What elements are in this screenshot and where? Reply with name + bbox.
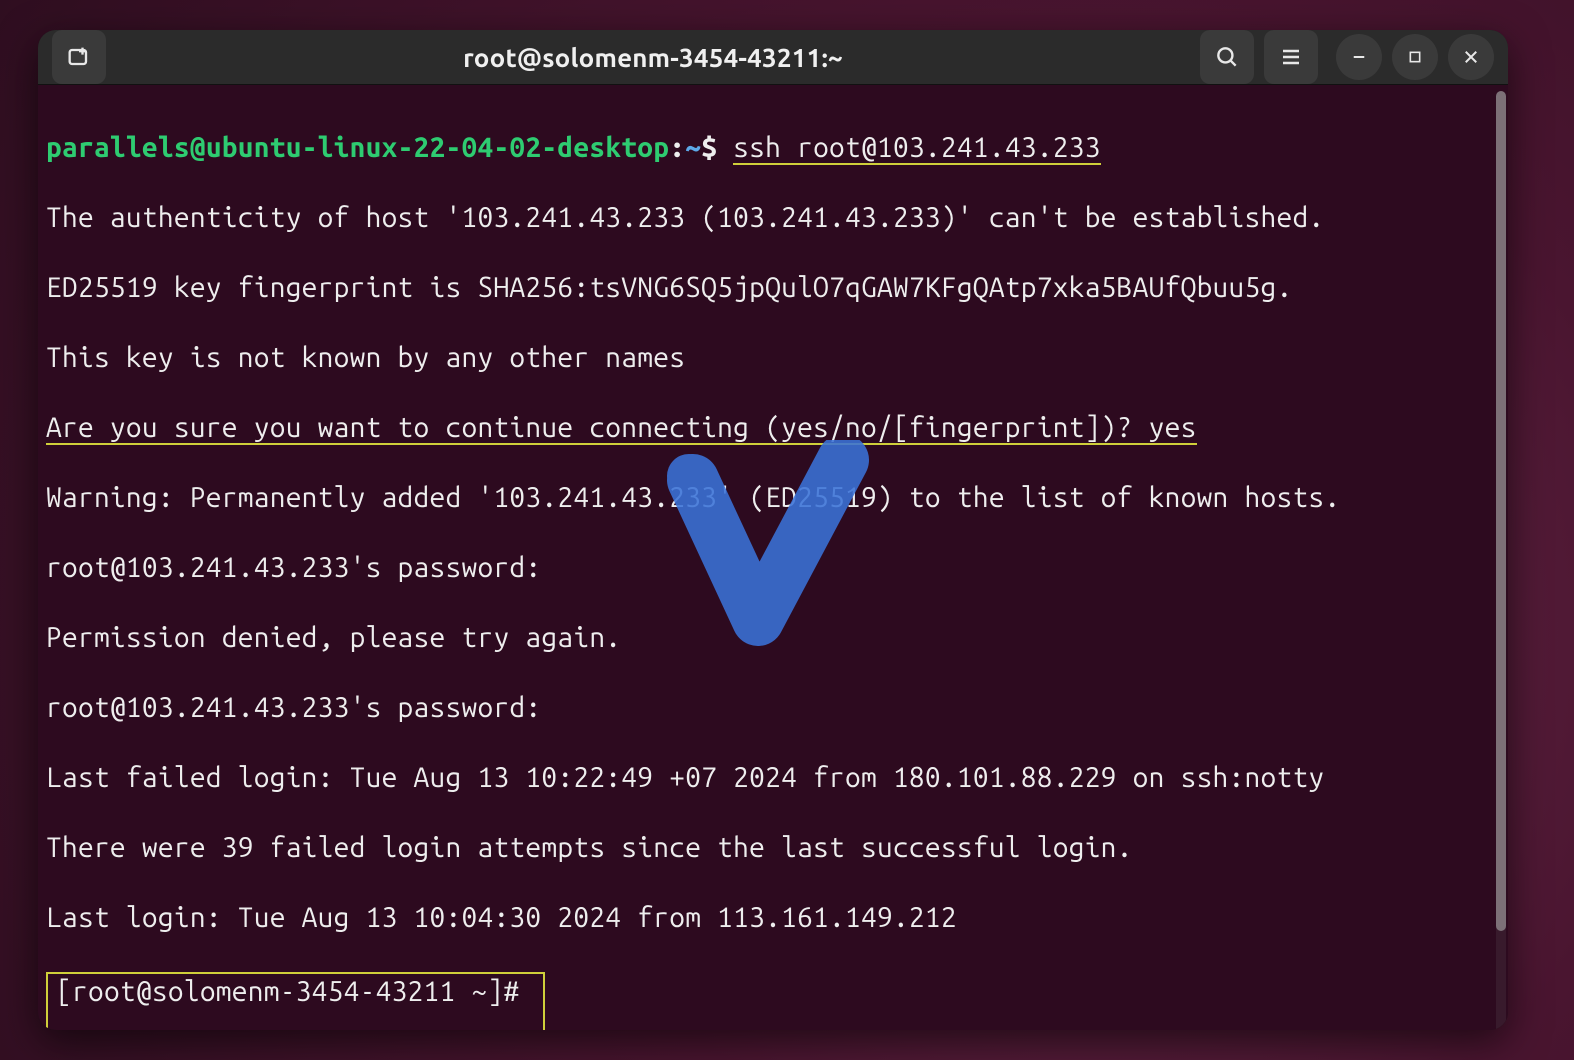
- menu-button[interactable]: [1264, 30, 1318, 84]
- remote-prompt: [root@solomenm-3454-43211 ~]#: [56, 976, 535, 1007]
- prompt-line: parallels@ubuntu-linux-22-04-02-desktop:…: [46, 130, 1500, 165]
- scrollbar[interactable]: [1496, 91, 1506, 1030]
- search-icon: [1214, 44, 1240, 70]
- minimize-icon: [1350, 48, 1368, 66]
- close-button[interactable]: [1448, 34, 1494, 80]
- scrollbar-thumb[interactable]: [1496, 91, 1506, 931]
- watermark-logo: [663, 440, 873, 650]
- terminal-window: root@solomenm-3454-43211:~ parallels@ubu…: [38, 30, 1508, 1030]
- output-line: The authenticity of host '103.241.43.233…: [46, 200, 1500, 235]
- prompt-symbol: $: [701, 132, 717, 163]
- output-line: Permission denied, please try again.: [46, 620, 1500, 655]
- prompt-host: ubuntu-linux-22-04-02-desktop: [206, 132, 669, 163]
- confirm-question: Are you sure you want to continue connec…: [46, 412, 1149, 445]
- output-line: This key is not known by any other names: [46, 340, 1500, 375]
- ssh-command: ssh root@103.241.43.233: [733, 132, 1101, 165]
- terminal-content[interactable]: parallels@ubuntu-linux-22-04-02-desktop:…: [38, 85, 1508, 1030]
- confirm-answer: yes: [1149, 412, 1197, 445]
- confirm-line: Are you sure you want to continue connec…: [46, 410, 1500, 445]
- output-line: Last failed login: Tue Aug 13 10:22:49 +…: [46, 760, 1500, 795]
- prompt-at: @: [190, 132, 206, 163]
- maximize-icon: [1407, 49, 1423, 65]
- minimize-button[interactable]: [1336, 34, 1382, 80]
- hamburger-icon: [1279, 45, 1303, 69]
- close-icon: [1462, 48, 1480, 66]
- output-line: Last login: Tue Aug 13 10:04:30 2024 fro…: [46, 900, 1500, 935]
- window-title: root@solomenm-3454-43211:~: [116, 43, 1190, 72]
- output-line: ED25519 key fingerprint is SHA256:tsVNG6…: [46, 270, 1500, 305]
- output-line: root@103.241.43.233's password:: [46, 690, 1500, 725]
- output-line: Warning: Permanently added '103.241.43.2…: [46, 480, 1500, 515]
- remote-prompt-highlight: [root@solomenm-3454-43211 ~]#: [46, 972, 545, 1030]
- output-line: There were 39 failed login attempts sinc…: [46, 830, 1500, 865]
- output-line: root@103.241.43.233's password:: [46, 550, 1500, 585]
- search-button[interactable]: [1200, 30, 1254, 84]
- new-tab-button[interactable]: [52, 30, 106, 84]
- titlebar: root@solomenm-3454-43211:~: [38, 30, 1508, 85]
- prompt-path: ~: [685, 132, 701, 163]
- maximize-button[interactable]: [1392, 34, 1438, 80]
- prompt-user: parallels: [46, 132, 190, 163]
